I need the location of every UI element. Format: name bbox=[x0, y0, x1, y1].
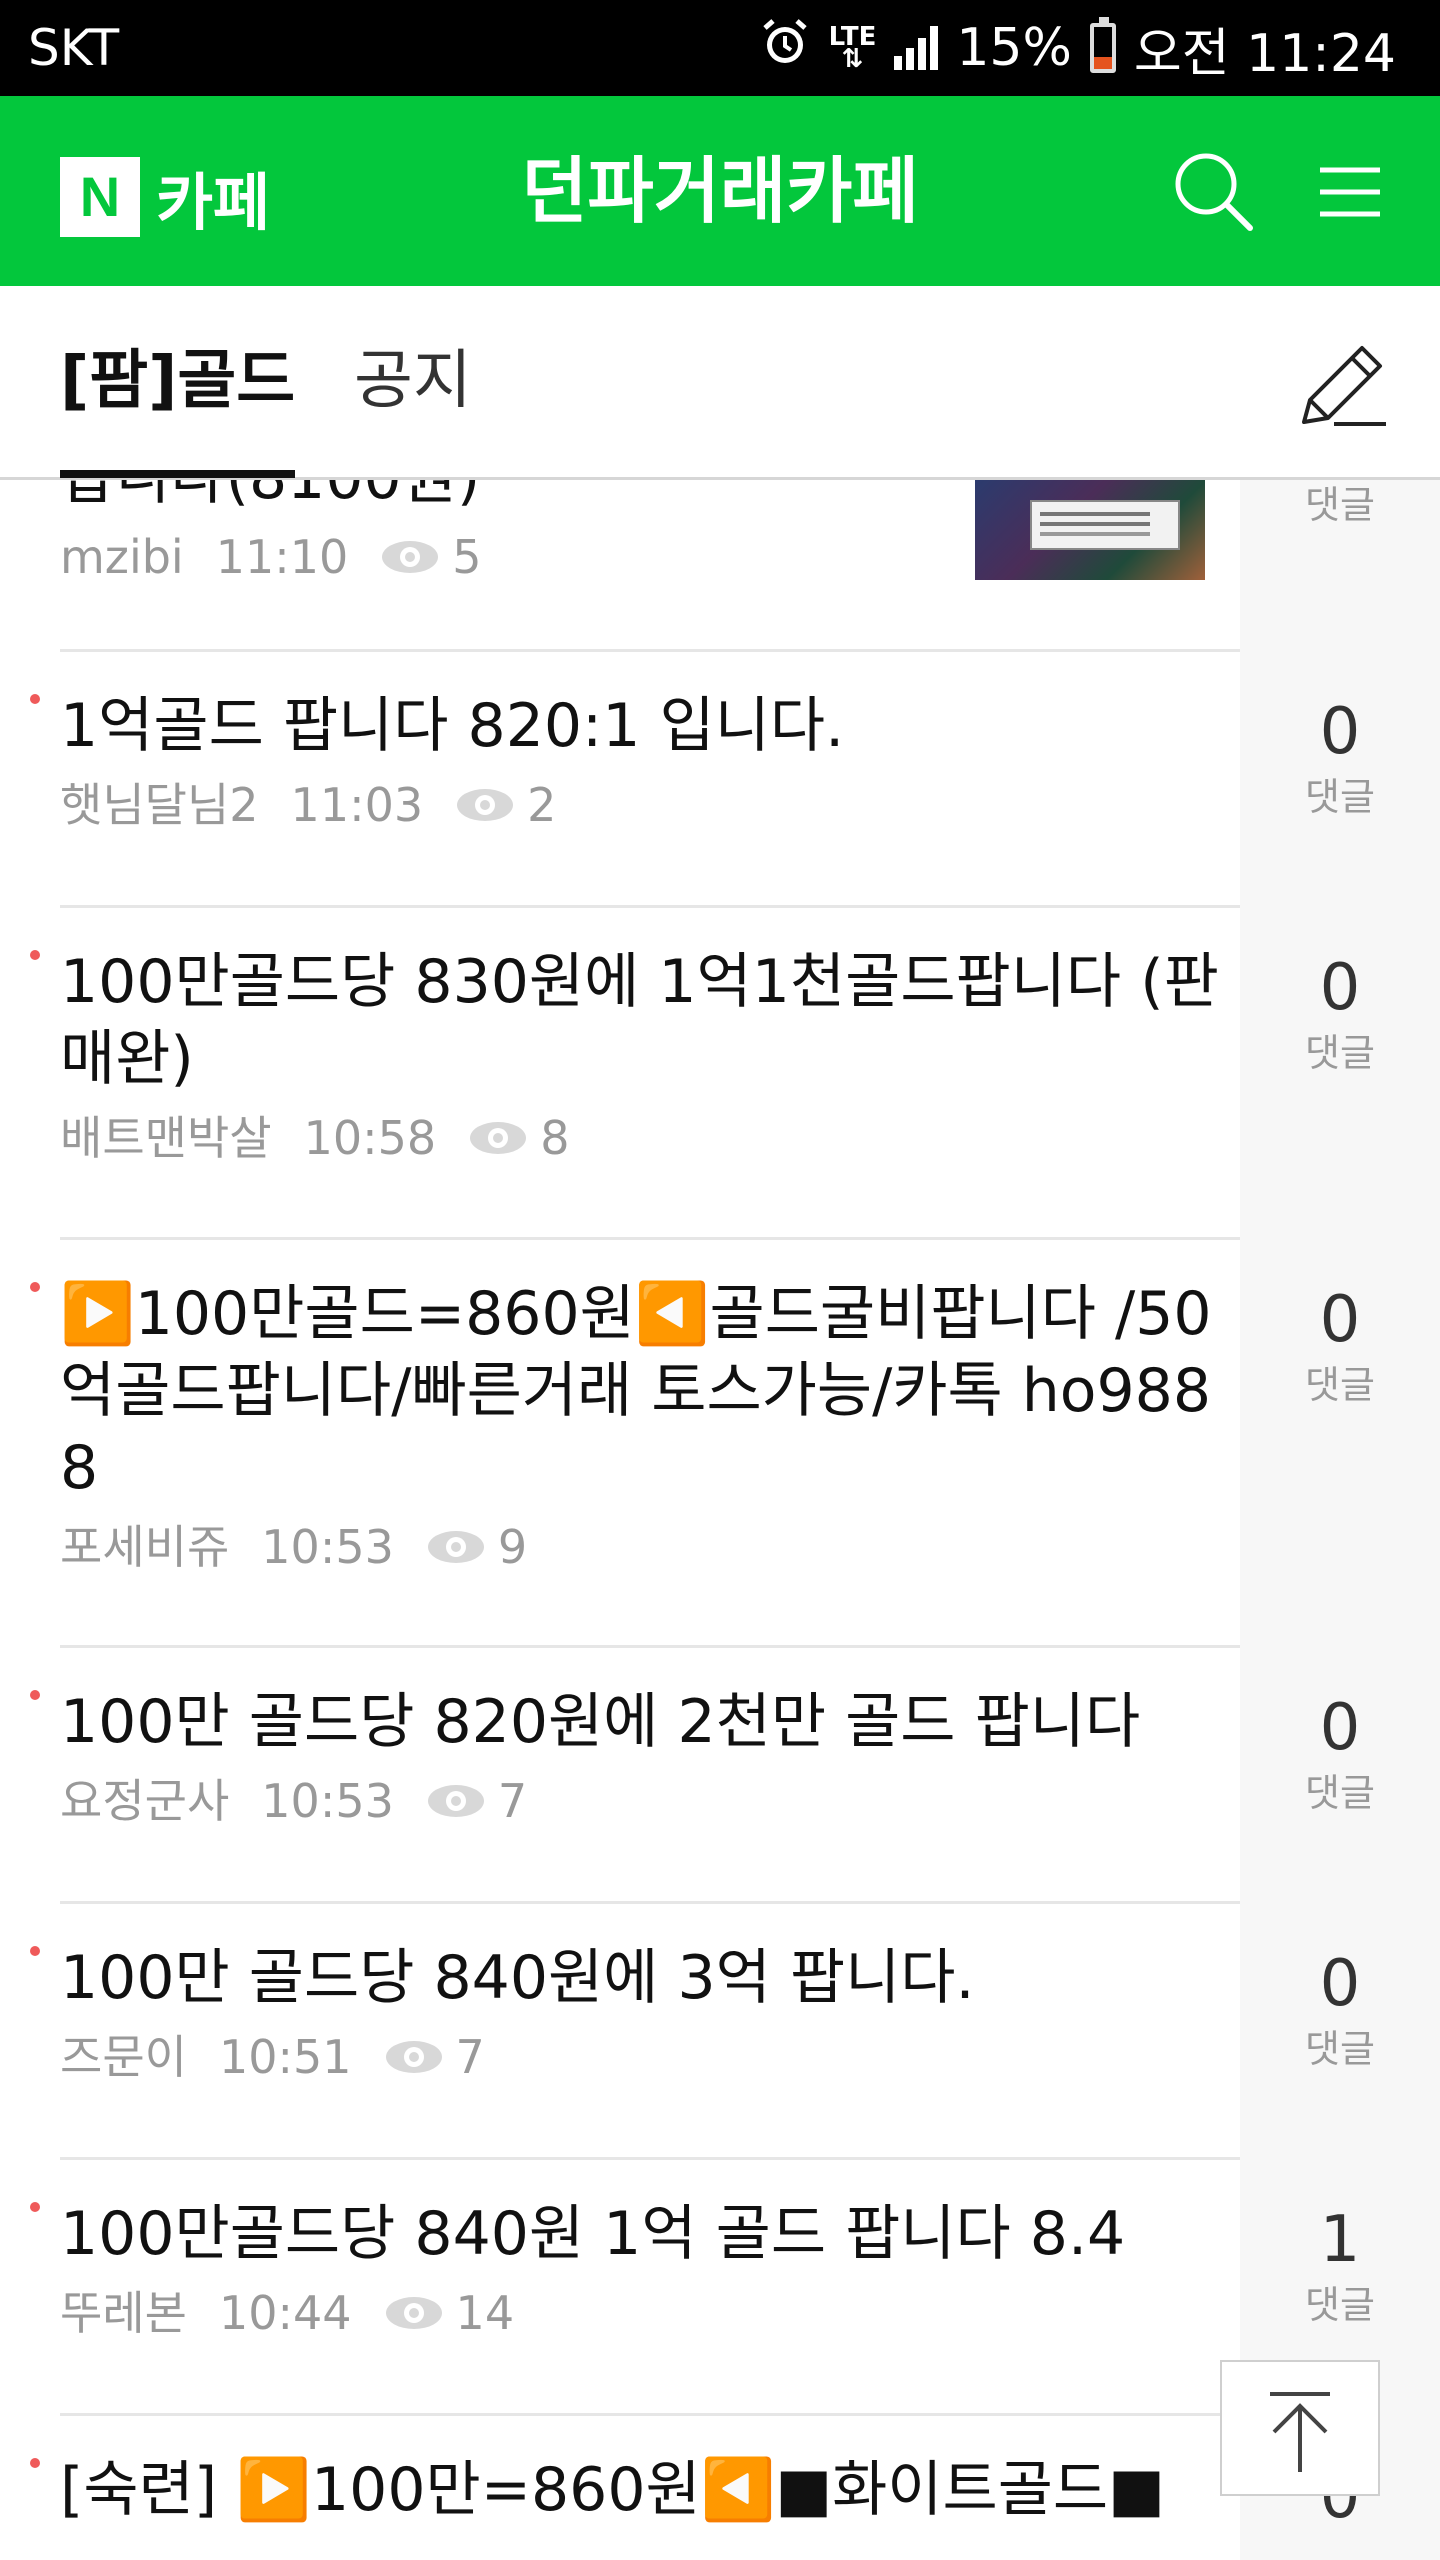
comment-count: 0 bbox=[1319, 1691, 1361, 1765]
arrow-up-icon bbox=[1270, 2392, 1330, 2472]
post-author: 요정군사 bbox=[60, 1774, 230, 1828]
post-time: 10:44 bbox=[218, 2286, 352, 2340]
menu-button[interactable] bbox=[1300, 144, 1396, 240]
view-count: 9 bbox=[497, 1520, 528, 1574]
new-post-dot bbox=[30, 1690, 40, 1700]
list-item[interactable]: 1억골드 팝니다 820:1 입니다. 햇님달님2 11:03 2 0 댓글 bbox=[0, 652, 1440, 908]
list-item[interactable]: 100만 골드당 820원에 2천만 골드 팝니다 요정군사 10:53 7 0… bbox=[0, 1648, 1440, 1904]
post-meta: 요정군사 10:53 7 bbox=[60, 1771, 1240, 1831]
new-post-dot bbox=[30, 1946, 40, 1956]
comment-count-box[interactable]: 댓글 bbox=[1240, 480, 1440, 652]
lte-icon: LTE ⇅ bbox=[828, 22, 877, 74]
post-list: 팝니다(8100원) mzibi 11:10 5 댓글 1억골드 팝니다 820… bbox=[0, 480, 1440, 2560]
post-meta: 즈문이 10:51 7 bbox=[60, 2027, 1240, 2087]
post-title: 100만골드당 840원 1억 골드 팝니다 8.4 bbox=[60, 2199, 1126, 2269]
eye-icon bbox=[385, 2041, 442, 2073]
tab-notice[interactable]: 공지 bbox=[354, 336, 472, 426]
post-meta: 배트맨박살 10:58 8 bbox=[60, 1108, 1240, 1168]
comment-count-box[interactable]: 0 댓글 bbox=[1240, 652, 1440, 908]
tab-gold-sell[interactable]: [팜]골드 bbox=[60, 336, 296, 478]
comment-label: 댓글 bbox=[1305, 1771, 1375, 1815]
post-author: mzibi bbox=[60, 530, 184, 584]
post-time: 10:51 bbox=[218, 2030, 352, 2084]
view-count: 8 bbox=[540, 1111, 570, 1165]
comment-count-box[interactable]: 0 댓글 bbox=[1240, 1648, 1440, 1904]
eye-icon bbox=[427, 1531, 484, 1563]
comment-label: 댓글 bbox=[1305, 483, 1375, 527]
comment-count-box[interactable]: 0 댓글 bbox=[1240, 1904, 1440, 2160]
eye-icon bbox=[457, 789, 514, 821]
list-item[interactable]: ▶️100만골드=860원◀️골드굴비팝니다 /50억골드팝니다/빠른거래 토스… bbox=[0, 1240, 1440, 1648]
list-item[interactable]: 100만골드당 830원에 1억1천골드팝니다 (판매완) 배트맨박살 10:5… bbox=[0, 908, 1440, 1240]
post-author: 뚜레본 bbox=[60, 2286, 187, 2340]
comment-label: 댓글 bbox=[1305, 1031, 1375, 1075]
comment-count-box[interactable]: 0 댓글 bbox=[1240, 1240, 1440, 1648]
alarm-icon bbox=[759, 16, 811, 81]
carrier-label: SKT bbox=[28, 19, 120, 77]
comment-label: 댓글 bbox=[1305, 2283, 1375, 2327]
menu-icon bbox=[1320, 167, 1380, 217]
post-title: 100만골드당 830원에 1억1천골드팝니다 (판매완) bbox=[60, 947, 1219, 1094]
post-title: 100만 골드당 840원에 3억 팝니다. bbox=[60, 1943, 975, 2013]
new-post-dot bbox=[30, 2458, 40, 2468]
new-post-dot bbox=[30, 2202, 40, 2212]
status-bar: SKT LTE ⇅ 15% 오전 11:24 bbox=[0, 0, 1440, 96]
search-button[interactable] bbox=[1166, 144, 1262, 240]
post-author: 배트맨박살 bbox=[60, 1111, 272, 1165]
comment-label: 댓글 bbox=[1305, 2027, 1375, 2071]
post-title: [숙련] ▶️100만=860원◀️■화이트골드■ bbox=[60, 2455, 1165, 2525]
signal-icon bbox=[894, 26, 939, 70]
post-time: 11:03 bbox=[290, 778, 424, 832]
board-tab-bar: [팜]골드 공지 bbox=[0, 286, 1440, 480]
comment-count: 1 bbox=[1319, 2203, 1361, 2277]
comment-count: 0 bbox=[1319, 695, 1361, 769]
view-count: 2 bbox=[527, 778, 557, 832]
eye-icon bbox=[382, 541, 439, 573]
post-time: 10:53 bbox=[261, 1774, 394, 1828]
post-author: 즈문이 bbox=[60, 2030, 187, 2084]
view-count: 7 bbox=[455, 2030, 485, 2084]
list-item[interactable]: 팝니다(8100원) mzibi 11:10 5 댓글 bbox=[0, 480, 1440, 652]
eye-icon bbox=[385, 2297, 442, 2329]
app-header: N 카페 던파거래카페 bbox=[0, 96, 1440, 286]
battery-icon bbox=[1089, 17, 1116, 73]
comment-count: 0 bbox=[1319, 951, 1361, 1025]
post-meta: 뚜레본 10:44 14 bbox=[60, 2283, 1240, 2343]
post-meta: 햇님달님2 11:03 2 bbox=[60, 775, 1240, 835]
post-author: 햇님달님2 bbox=[60, 778, 259, 832]
comment-label: 댓글 bbox=[1305, 1363, 1375, 1407]
list-item[interactable]: 100만 골드당 840원에 3억 팝니다. 즈문이 10:51 7 0 댓글 bbox=[0, 1904, 1440, 2160]
clock: 오전 11:24 bbox=[1133, 23, 1396, 84]
eye-icon bbox=[427, 1785, 484, 1817]
comment-label: 댓글 bbox=[1305, 775, 1375, 819]
view-count: 14 bbox=[455, 2286, 515, 2340]
view-count: 7 bbox=[497, 1774, 528, 1828]
battery-percent: 15% bbox=[956, 18, 1072, 78]
post-time: 11:10 bbox=[215, 530, 349, 584]
post-thumbnail[interactable] bbox=[975, 480, 1205, 580]
new-post-dot bbox=[30, 694, 40, 704]
comment-count: 0 bbox=[1319, 1283, 1361, 1357]
post-meta: 포세비쥬 10:53 9 bbox=[60, 1517, 1240, 1577]
post-author: 포세비쥬 bbox=[60, 1520, 230, 1574]
new-post-dot bbox=[30, 1282, 40, 1292]
post-time: 10:53 bbox=[261, 1520, 394, 1574]
status-icons: LTE ⇅ 15% 오전 11:24 bbox=[759, 16, 1396, 84]
write-post-button[interactable] bbox=[1290, 336, 1390, 436]
pencil-icon bbox=[1302, 346, 1386, 426]
view-count: 5 bbox=[452, 530, 482, 584]
new-post-dot bbox=[30, 950, 40, 960]
post-time: 10:58 bbox=[303, 1111, 437, 1165]
comment-count-box[interactable]: 0 댓글 bbox=[1240, 908, 1440, 1240]
search-icon bbox=[1175, 153, 1253, 231]
post-title: ▶️100만골드=860원◀️골드굴비팝니다 /50억골드팝니다/빠른거래 토스… bbox=[60, 1279, 1212, 1503]
post-title: 1억골드 팝니다 820:1 입니다. bbox=[60, 691, 845, 761]
eye-icon bbox=[470, 1122, 527, 1154]
post-title: 100만 골드당 820원에 2천만 골드 팝니다 bbox=[60, 1687, 1141, 1757]
scroll-to-top-button[interactable] bbox=[1220, 2360, 1380, 2496]
comment-count: 0 bbox=[1319, 1947, 1361, 2021]
